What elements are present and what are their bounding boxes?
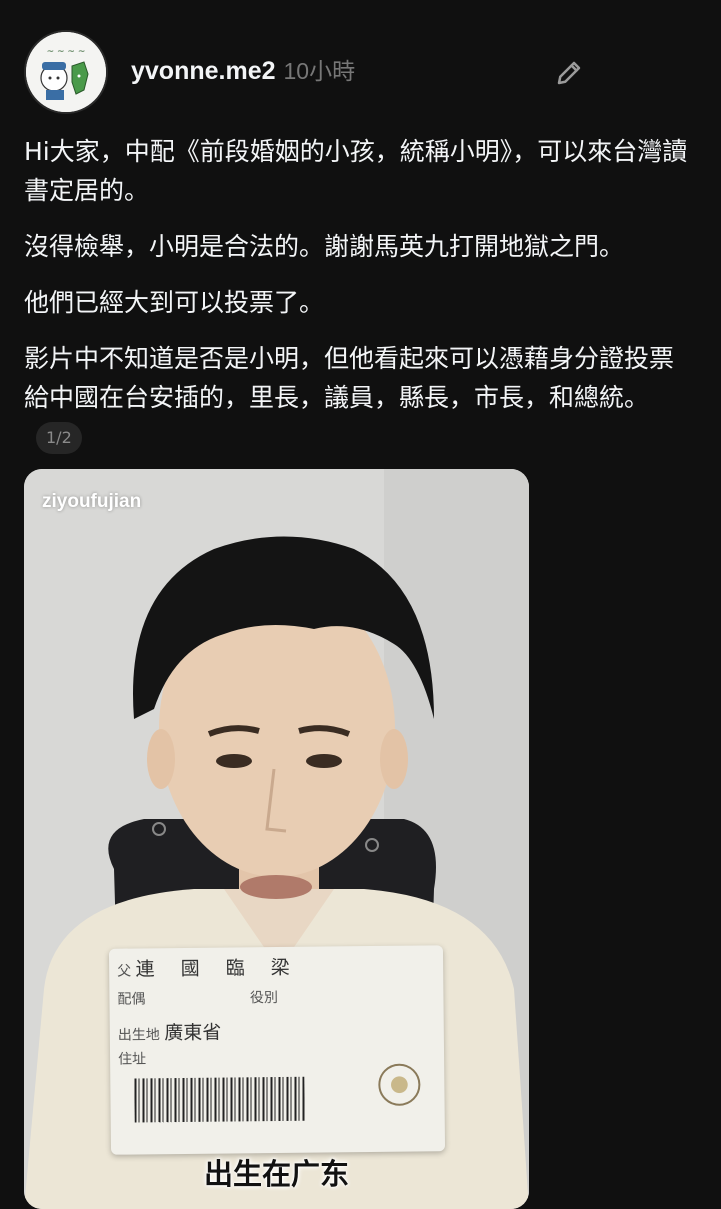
card-father-label: 父 [117,963,132,980]
username-link[interactable]: yvonne.me2 [131,57,276,86]
video-caption: 出生在广东 [203,1157,349,1191]
post-header: yvonne.me2 10小時 [131,52,355,92]
card-father-value: 連 國 臨 梁 [135,956,300,981]
video-watermark: ziyoufujian [42,491,142,512]
post-paragraph: Hi大家，中配《前段婚姻的小孩，統稱小明》，可以來台灣讀書定居的。 [24,137,688,205]
page-indicator-badge: 1/2 [36,422,82,454]
card-service-label: 役別 [249,989,278,1007]
post-paragraph-last: 影片中不知道是否是小明，但他看起來可以憑藉身分證投票給中國在台安插的，里長，議員… [24,339,696,456]
id-card: 父 連 國 臨 梁 配偶 役別 出生地 廣東省 住址 [108,945,446,1155]
pencil-icon [557,61,581,85]
card-birthplace-label: 出生地 [117,1027,160,1044]
post-paragraph: 他們已經大到可以投票了。 [24,288,325,317]
card-seal-icon [378,1063,421,1106]
avatar-illustration-icon: ~ ~ ~ ~ [26,32,106,112]
svg-text:~ ~ ~ ~: ~ ~ ~ ~ [47,47,86,57]
post-paragraph-text: 影片中不知道是否是小明，但他看起來可以憑藉身分證投票給中國在台安插的，里長，議員… [24,344,675,412]
post-timestamp: 10小時 [283,58,356,84]
card-birthplace-value: 廣東省 [164,1021,222,1045]
avatar[interactable]: ~ ~ ~ ~ [24,30,108,114]
video-thumbnail[interactable]: ziyoufujian 父 連 國 臨 梁 配偶 役別 出生地 廣東省 住址 出… [24,469,529,1209]
post-paragraph: 沒得檢舉，小明是合法的。謝謝馬英九打開地獄之門。 [24,232,625,261]
card-barcode [134,1076,305,1123]
post-body: Hi大家，中配《前段婚姻的小孩，統稱小明》，可以來台灣讀書定居的。 沒得檢舉，小… [24,132,696,473]
edit-button[interactable] [548,52,590,94]
card-address-label: 住址 [118,1051,147,1068]
card-spouse-label: 配偶 [117,991,146,1008]
